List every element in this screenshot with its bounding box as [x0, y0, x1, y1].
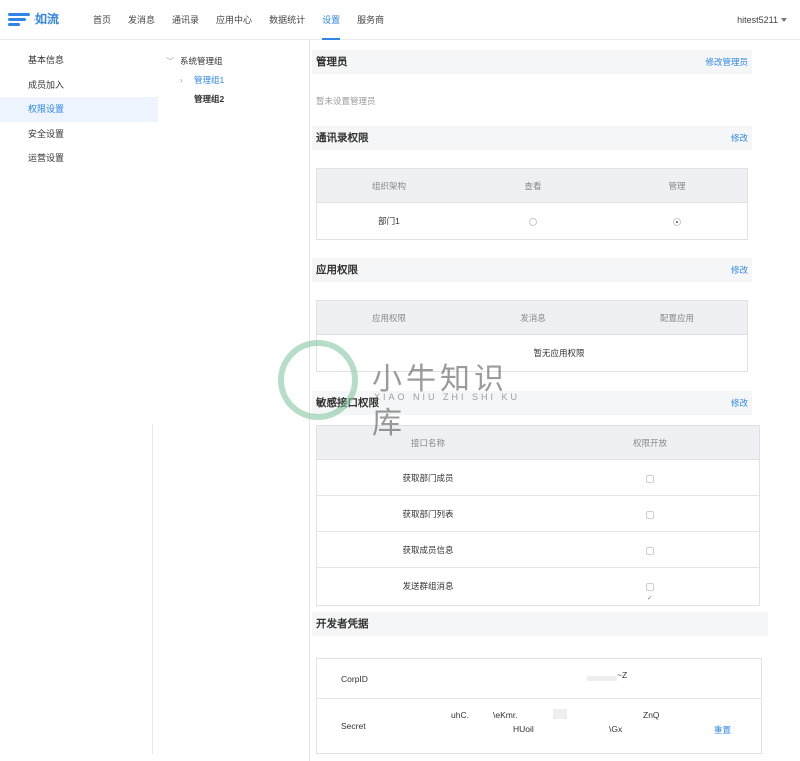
api-perm-table: 接口名称 权限开放 获取部门成员 获取部门列表 获取成员信息 发送群组消息	[316, 425, 761, 617]
admin-section-header: 管理员 修改管理员	[312, 50, 752, 74]
dev-cred-box: CorpID ~Z Secret uhC. \eKmr. ZnQ HUoil \…	[316, 658, 762, 754]
table-header: 组织架构 查看 管理	[317, 169, 747, 203]
manage-radio-cell	[605, 203, 749, 239]
col-app: 应用权限	[371, 313, 406, 323]
corpid-value: ~Z	[617, 670, 628, 680]
user-menu[interactable]: hitest5211	[737, 0, 778, 40]
nav-providers[interactable]: 服务商	[357, 0, 384, 40]
edit-admin-link[interactable]: 修改管理员	[705, 50, 748, 74]
secret-row: Secret uhC. \eKmr. ZnQ HUoil \Gx 重置	[317, 699, 761, 753]
api-checkbox[interactable]	[646, 510, 654, 519]
table-row: 获取成员信息	[317, 532, 759, 568]
table-row: 发送群组消息	[317, 568, 761, 617]
nav-contacts[interactable]: 通讯录	[172, 0, 199, 40]
permission-panel: 管理员 修改管理员 暂未设置管理员 通讯录权限 修改 组织架构 查看 管理 部门…	[310, 40, 800, 761]
dev-cred-header: 开发者凭据	[312, 612, 768, 636]
api-name: 获取部门成员	[402, 473, 454, 483]
table-row: 暂无应用权限	[317, 335, 747, 371]
table-header: 接口名称 权限开放	[317, 426, 759, 460]
view-radio-cell	[461, 203, 605, 239]
tree-node-group-2[interactable]: 管理组2	[166, 90, 308, 109]
api-checkbox[interactable]	[646, 546, 654, 555]
tree-node-root[interactable]: ﹀ 系统管理组	[166, 52, 308, 71]
table-row: 获取部门列表	[317, 496, 759, 532]
chevron-right-icon[interactable]: ›	[180, 71, 194, 90]
api-perm-header: 敏感接口权限 修改	[312, 391, 752, 415]
api-checkbox-cell	[539, 532, 761, 568]
main-nav: 首页 发消息 通讯录 应用中心 数据统计 设置 服务商	[93, 0, 401, 40]
secret-fragment: \Gx	[609, 724, 623, 734]
secret-fragment: \eKmr.	[493, 710, 518, 720]
contacts-perm-header: 通讯录权限 修改	[312, 126, 752, 150]
corpid-label: CorpID	[341, 674, 368, 684]
app-perm-empty: 暂无应用权限	[533, 348, 585, 358]
nav-app-center[interactable]: 应用中心	[216, 0, 252, 40]
contacts-perm-title: 通讯录权限	[316, 132, 369, 144]
col-manage: 管理	[668, 181, 686, 191]
api-checkbox-cell	[539, 460, 761, 496]
dev-cred-title: 开发者凭据	[316, 618, 369, 630]
nav-home[interactable]: 首页	[93, 0, 111, 40]
api-checkbox-cell	[539, 568, 761, 617]
api-checkbox[interactable]	[646, 474, 654, 483]
manage-radio[interactable]	[673, 217, 681, 226]
masked-value-blur	[553, 709, 567, 719]
secret-fragment: ZnQ	[643, 710, 660, 720]
top-nav-bar: 如流 RULIU 首页 发消息 通讯录 应用中心 数据统计 设置 服务商 hit…	[0, 0, 800, 40]
table-header: 应用权限 发消息 配置应用	[317, 301, 747, 335]
edit-app-perm-link[interactable]: 修改	[731, 258, 748, 282]
settings-sidebar: 基本信息 成员加入 权限设置 安全设置 运营设置	[0, 48, 158, 761]
admin-group-tree: ﹀ 系统管理组 › 管理组1 管理组2	[166, 52, 308, 109]
col-config-app: 配置应用	[659, 313, 694, 323]
caret-down-icon[interactable]	[781, 18, 787, 22]
secret-fragment: HUoil	[513, 724, 534, 734]
col-org: 组织架构	[371, 181, 406, 191]
api-name: 获取成员信息	[402, 545, 454, 555]
admin-title: 管理员	[316, 56, 348, 68]
api-name: 发送群组消息	[402, 581, 454, 591]
app-perm-table: 应用权限 发消息 配置应用 暂无应用权限	[316, 300, 748, 372]
view-radio[interactable]	[529, 217, 537, 226]
api-checkbox-checked[interactable]	[646, 581, 654, 617]
tree-node-group-1[interactable]: › 管理组1	[166, 71, 308, 90]
contacts-perm-table: 组织架构 查看 管理 部门1	[316, 168, 748, 240]
nav-settings[interactable]: 设置	[322, 0, 341, 40]
sidebar-divider	[152, 424, 153, 754]
nav-messages[interactable]: 发消息	[128, 0, 155, 40]
chevron-down-icon[interactable]: ﹀	[166, 52, 180, 71]
sidebar-item-member-join[interactable]: 成员加入	[0, 73, 158, 98]
api-name: 获取部门列表	[402, 509, 454, 519]
col-api-name: 接口名称	[410, 438, 445, 448]
secret-label: Secret	[341, 721, 366, 731]
corpid-row: CorpID ~Z	[317, 659, 761, 699]
edit-contacts-perm-link[interactable]: 修改	[731, 126, 748, 150]
table-row: 获取部门成员	[317, 460, 759, 496]
sidebar-item-security[interactable]: 安全设置	[0, 122, 158, 147]
logo-icon	[8, 10, 30, 28]
sidebar-item-basic-info[interactable]: 基本信息	[0, 48, 158, 73]
dept-name: 部门1	[378, 216, 400, 226]
api-perm-title: 敏感接口权限	[316, 397, 379, 409]
app-perm-header: 应用权限 修改	[312, 258, 752, 282]
app-perm-title: 应用权限	[316, 264, 358, 276]
reset-secret-button[interactable]: 重置	[714, 724, 731, 736]
col-api-open: 权限开放	[632, 438, 667, 448]
admin-empty-note: 暂未设置管理员	[316, 96, 376, 106]
edit-api-perm-link[interactable]: 修改	[731, 391, 748, 415]
nav-statistics[interactable]: 数据统计	[269, 0, 305, 40]
table-row: 部门1	[317, 203, 747, 239]
col-send-msg: 发消息	[520, 313, 546, 323]
col-view: 查看	[524, 181, 542, 191]
secret-fragment: uhC.	[451, 710, 469, 720]
masked-value-blur	[587, 676, 617, 681]
sidebar-item-permissions[interactable]: 权限设置	[0, 97, 158, 122]
api-checkbox-cell	[539, 496, 761, 532]
logo-subtext: RULIU	[34, 17, 57, 22]
sidebar-item-operations[interactable]: 运营设置	[0, 146, 158, 171]
